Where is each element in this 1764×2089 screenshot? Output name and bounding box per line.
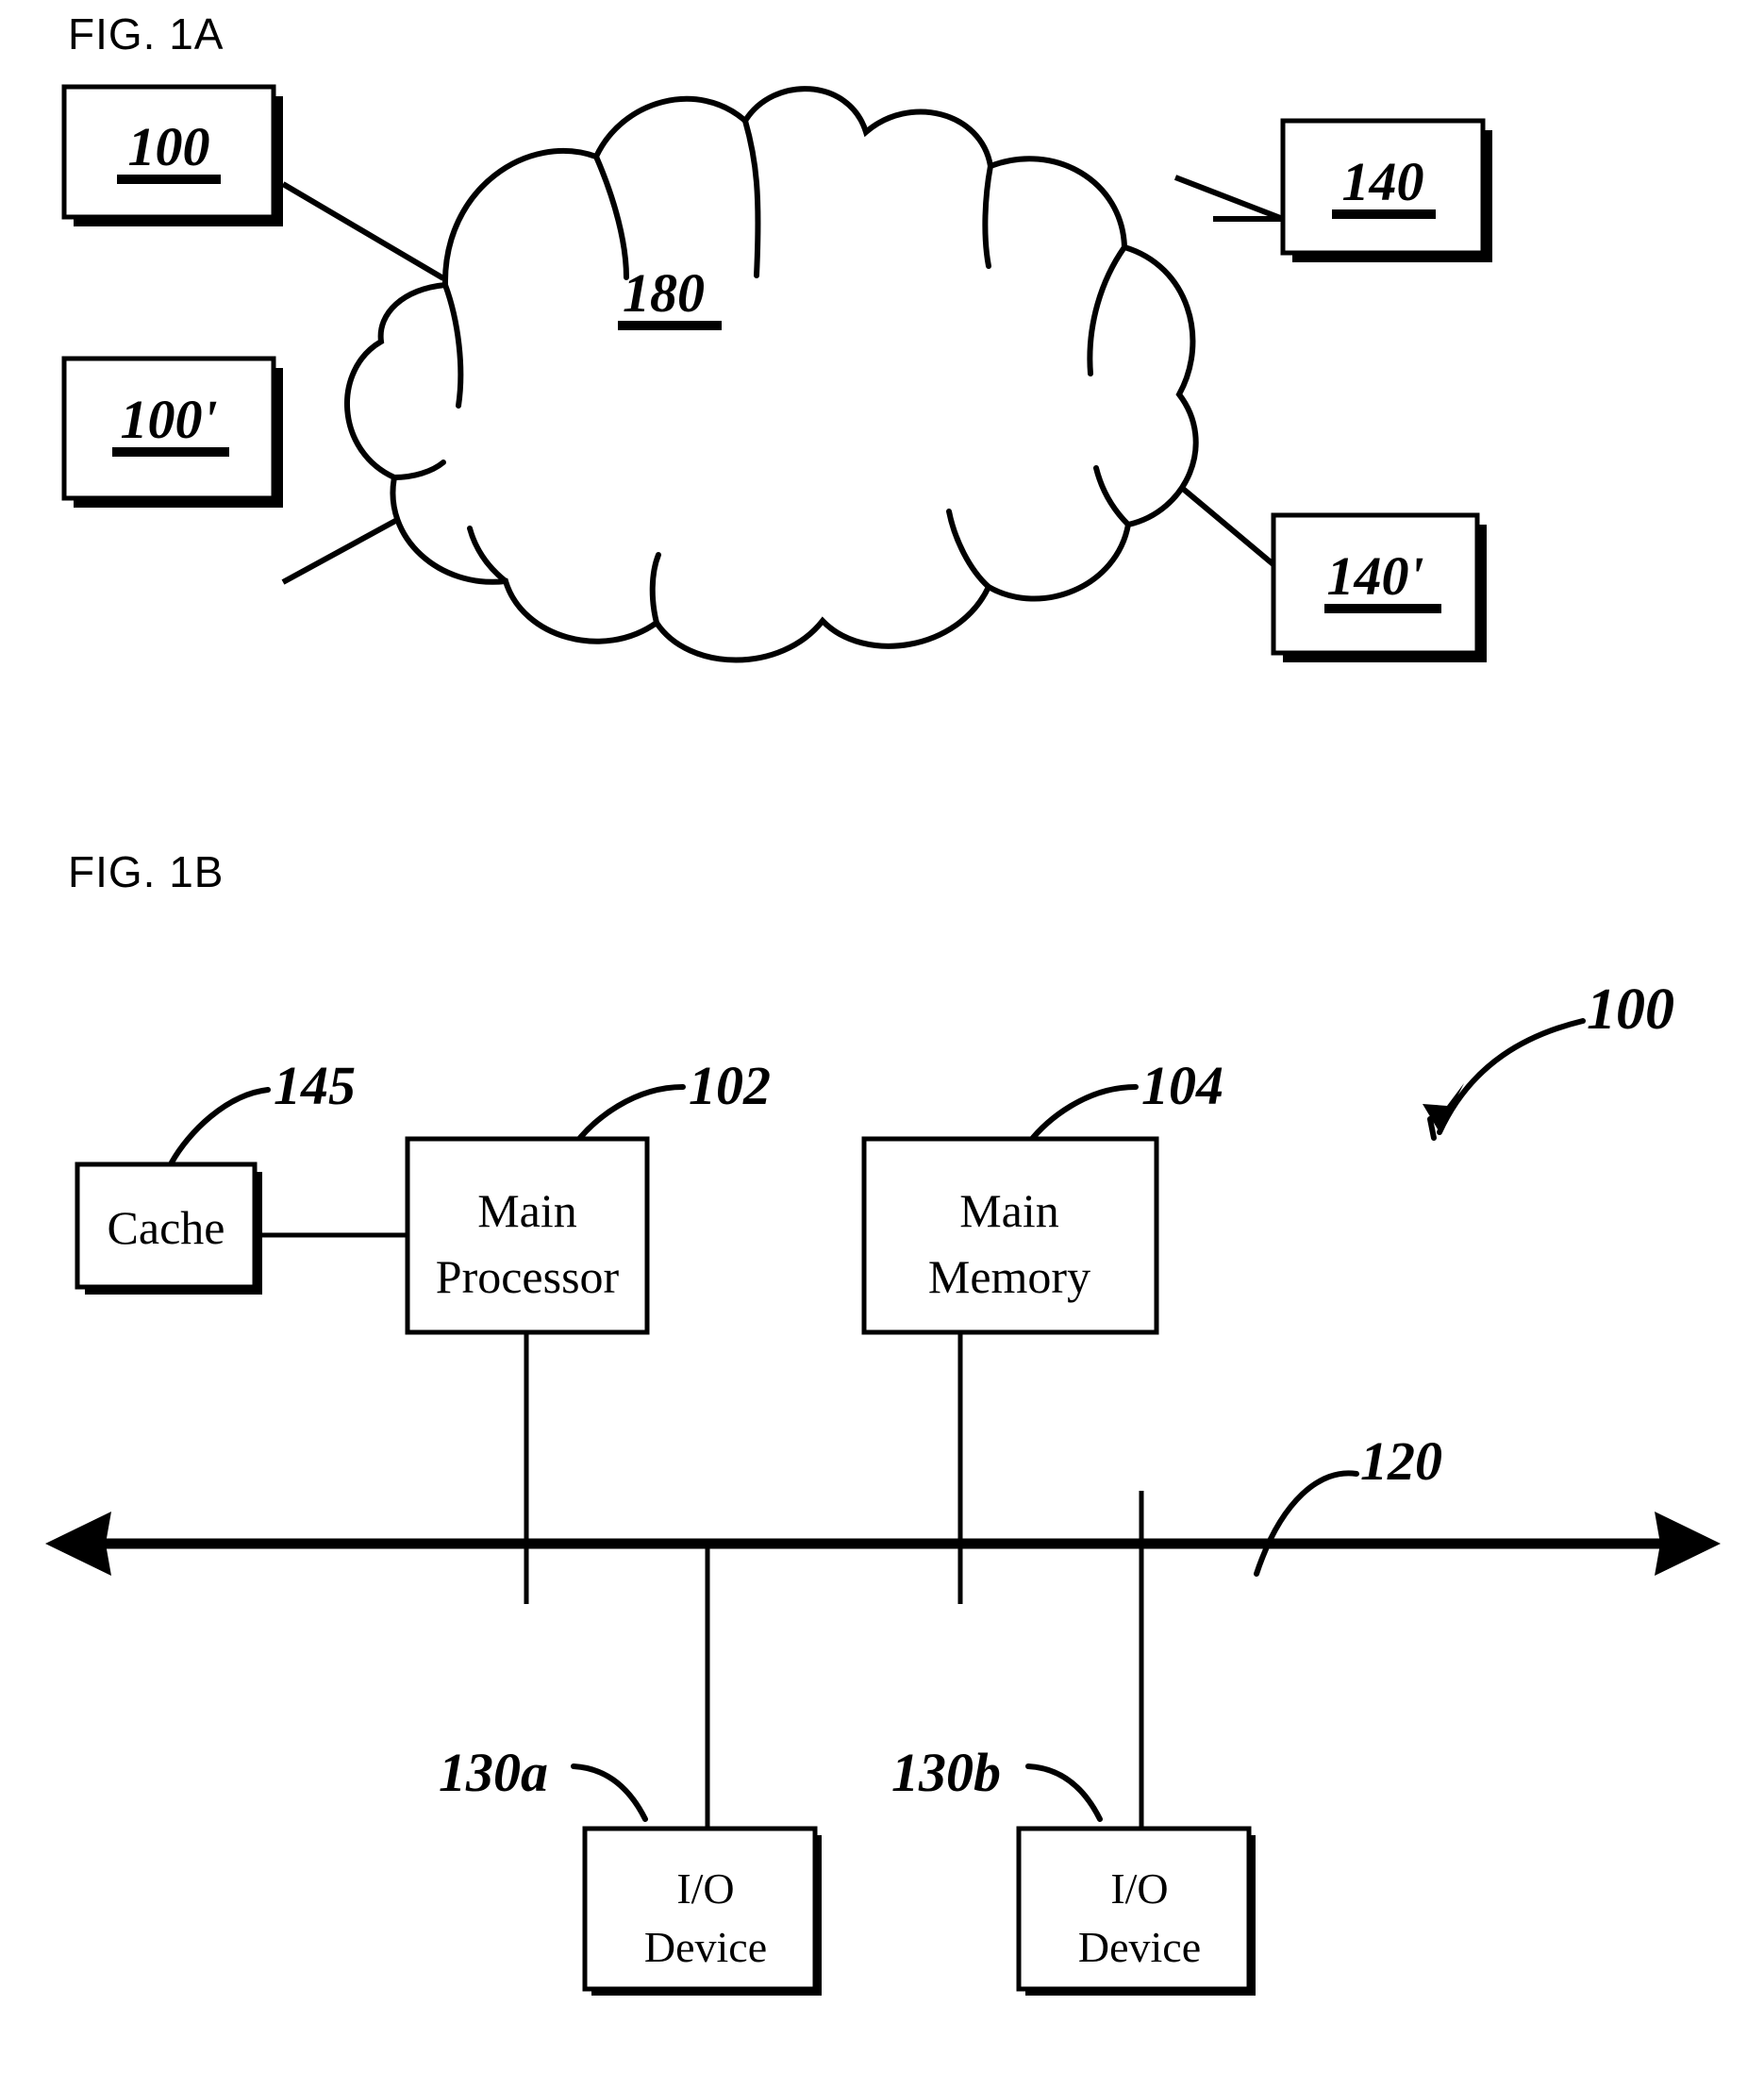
reference-130b-group: 130b (891, 1742, 1103, 1822)
fig-1b-caption: FIG. 1B (68, 847, 224, 896)
reference-145-group: 145 (169, 1055, 356, 1165)
node-system-bus[interactable] (45, 1512, 1721, 1576)
network-label-180: 180 (623, 262, 705, 324)
node-server-140-label: 140 (1342, 151, 1424, 212)
reference-label-104: 104 (1141, 1055, 1223, 1116)
system-label-100: 100 (1587, 978, 1674, 1042)
system-bus-arrowhead-right (1655, 1512, 1721, 1576)
reference-130b-leader (1025, 1763, 1103, 1822)
node-client-100-underline (117, 175, 221, 184)
node-io-device-b[interactable]: I/O Device (1016, 1826, 1256, 1996)
node-server-140-prime-underline (1324, 604, 1441, 613)
node-main-processor[interactable]: Main Processor (405, 1136, 650, 1335)
reference-label-120: 120 (1360, 1430, 1442, 1492)
node-io-device-b-label-line2: Device (1078, 1923, 1201, 1971)
node-cache[interactable]: Cache (75, 1161, 262, 1295)
node-client-100[interactable]: 100 (61, 84, 283, 226)
node-client-100-label: 100 (128, 116, 210, 177)
network-label-180-underline (618, 321, 722, 330)
reference-145-leader (169, 1087, 271, 1165)
node-io-device-a-label-line2: Device (644, 1923, 767, 1971)
figure-1b-group: FIG. 1B 100 145 102 104 120 Cache Main P… (45, 847, 1721, 1996)
connector-100-to-network (281, 181, 445, 281)
reference-102-group: 102 (573, 1055, 771, 1146)
node-server-140[interactable]: 140 (1280, 118, 1492, 262)
node-server-140-prime-label: 140' (1326, 545, 1423, 607)
node-server-140-prime[interactable]: 140' (1271, 512, 1487, 662)
node-main-processor-label-line1: Main (477, 1184, 577, 1237)
node-main-processor-label-line2: Processor (436, 1250, 620, 1303)
reference-102-leader (573, 1084, 686, 1146)
reference-label-130b: 130b (891, 1742, 1001, 1803)
connector-100prime-to-network (281, 511, 409, 585)
node-client-100-prime-label: 100' (120, 389, 217, 450)
system-label-100-leader (1437, 1018, 1586, 1135)
node-client-100-prime-underline (112, 447, 229, 457)
reference-label-130a: 130a (439, 1742, 548, 1803)
patent-figure-sheet: FIG. 1A 180 100 100' 140 140' FIG. 1B 10… (0, 0, 1764, 2089)
patent-drawing-canvas: FIG. 1A 180 100 100' 140 140' FIG. 1B 10… (45, 9, 1721, 1996)
reference-label-145: 145 (274, 1055, 356, 1116)
reference-104-group: 104 (1025, 1055, 1223, 1146)
node-main-memory-label-line2: Memory (928, 1250, 1090, 1303)
node-main-memory-label-line1: Main (959, 1184, 1059, 1237)
node-io-device-a-label-line1: I/O (676, 1864, 734, 1913)
system-label-100-arrow-tip (1427, 1116, 1437, 1141)
reference-130a-leader (571, 1763, 648, 1822)
reference-104-leader (1025, 1084, 1139, 1146)
reference-120-group: 120 (1254, 1430, 1442, 1577)
reference-120-leader (1254, 1470, 1359, 1577)
node-client-100-prime[interactable]: 100' (61, 356, 283, 508)
system-bus-arrowhead-left (45, 1512, 111, 1576)
reference-label-102: 102 (689, 1055, 771, 1116)
figure-1a-group: FIG. 1A 180 100 100' 140 140' (61, 9, 1492, 663)
node-io-device-a[interactable]: I/O Device (582, 1826, 822, 1996)
node-main-memory[interactable]: Main Memory (861, 1136, 1159, 1335)
network-cloud-shape (343, 86, 1199, 663)
node-server-140-underline (1332, 209, 1436, 219)
connector-network-to-140 (1173, 175, 1285, 222)
node-cache-label: Cache (108, 1201, 225, 1254)
node-io-device-b-label-line1: I/O (1110, 1864, 1168, 1913)
reference-130a-group: 130a (439, 1742, 648, 1822)
fig-1a-caption: FIG. 1A (68, 9, 224, 58)
system-reference-100: 100 (1423, 978, 1674, 1141)
